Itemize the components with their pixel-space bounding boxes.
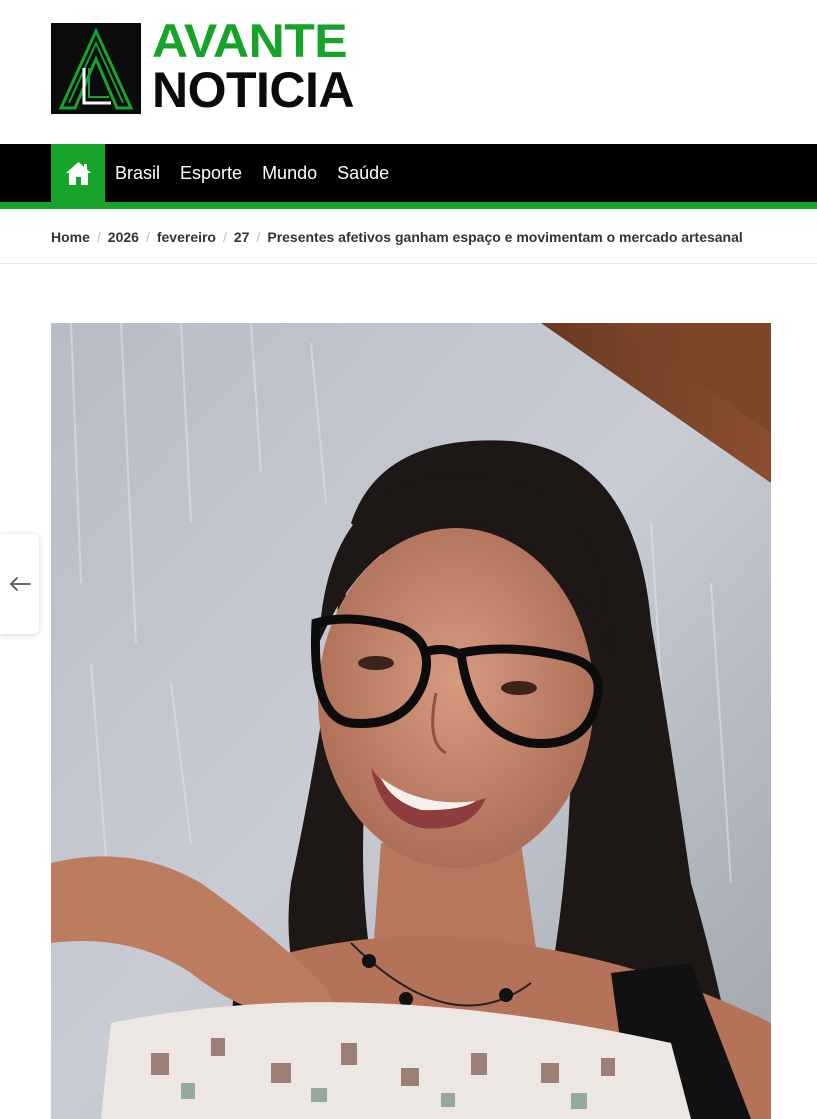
logo-line-1: AVANTE bbox=[152, 14, 348, 68]
breadcrumb-day[interactable]: 27 bbox=[234, 229, 250, 245]
nav-item-mundo[interactable]: Mundo bbox=[262, 163, 317, 184]
site-logo[interactable]: AVANTE NOTICIA bbox=[51, 17, 355, 115]
breadcrumb: Home / 2026 / fevereiro / 27 / Presentes… bbox=[51, 228, 743, 246]
site-header: AVANTE NOTICIA bbox=[0, 0, 817, 144]
nav-item-brasil[interactable]: Brasil bbox=[115, 163, 160, 184]
arrow-left-icon bbox=[9, 577, 31, 591]
breadcrumb-current: Presentes afetivos ganham espaço e movim… bbox=[267, 229, 743, 245]
breadcrumb-month[interactable]: fevereiro bbox=[157, 229, 216, 245]
breadcrumb-separator: / bbox=[256, 229, 261, 245]
breadcrumb-separator: / bbox=[223, 229, 227, 245]
home-icon bbox=[65, 161, 91, 185]
breadcrumb-year[interactable]: 2026 bbox=[108, 229, 139, 245]
breadcrumb-divider bbox=[0, 263, 817, 264]
nav-accent-bar bbox=[0, 202, 817, 209]
breadcrumb-separator: / bbox=[96, 229, 101, 245]
nav-items: Brasil Esporte Mundo Saúde bbox=[115, 144, 409, 202]
breadcrumb-separator: / bbox=[145, 229, 150, 245]
logo-line-2: NOTICIA bbox=[152, 62, 355, 118]
featured-image bbox=[51, 323, 771, 1119]
logo-text: AVANTE NOTICIA bbox=[152, 14, 355, 118]
photo-woman-with-glasses bbox=[51, 323, 771, 1119]
breadcrumb-home[interactable]: Home bbox=[51, 229, 90, 245]
previous-article-button[interactable] bbox=[0, 534, 39, 634]
logo-mark-icon bbox=[51, 23, 141, 114]
nav-home-button[interactable] bbox=[51, 144, 105, 202]
nav-item-esporte[interactable]: Esporte bbox=[180, 163, 242, 184]
nav-item-saude[interactable]: Saúde bbox=[337, 163, 389, 184]
